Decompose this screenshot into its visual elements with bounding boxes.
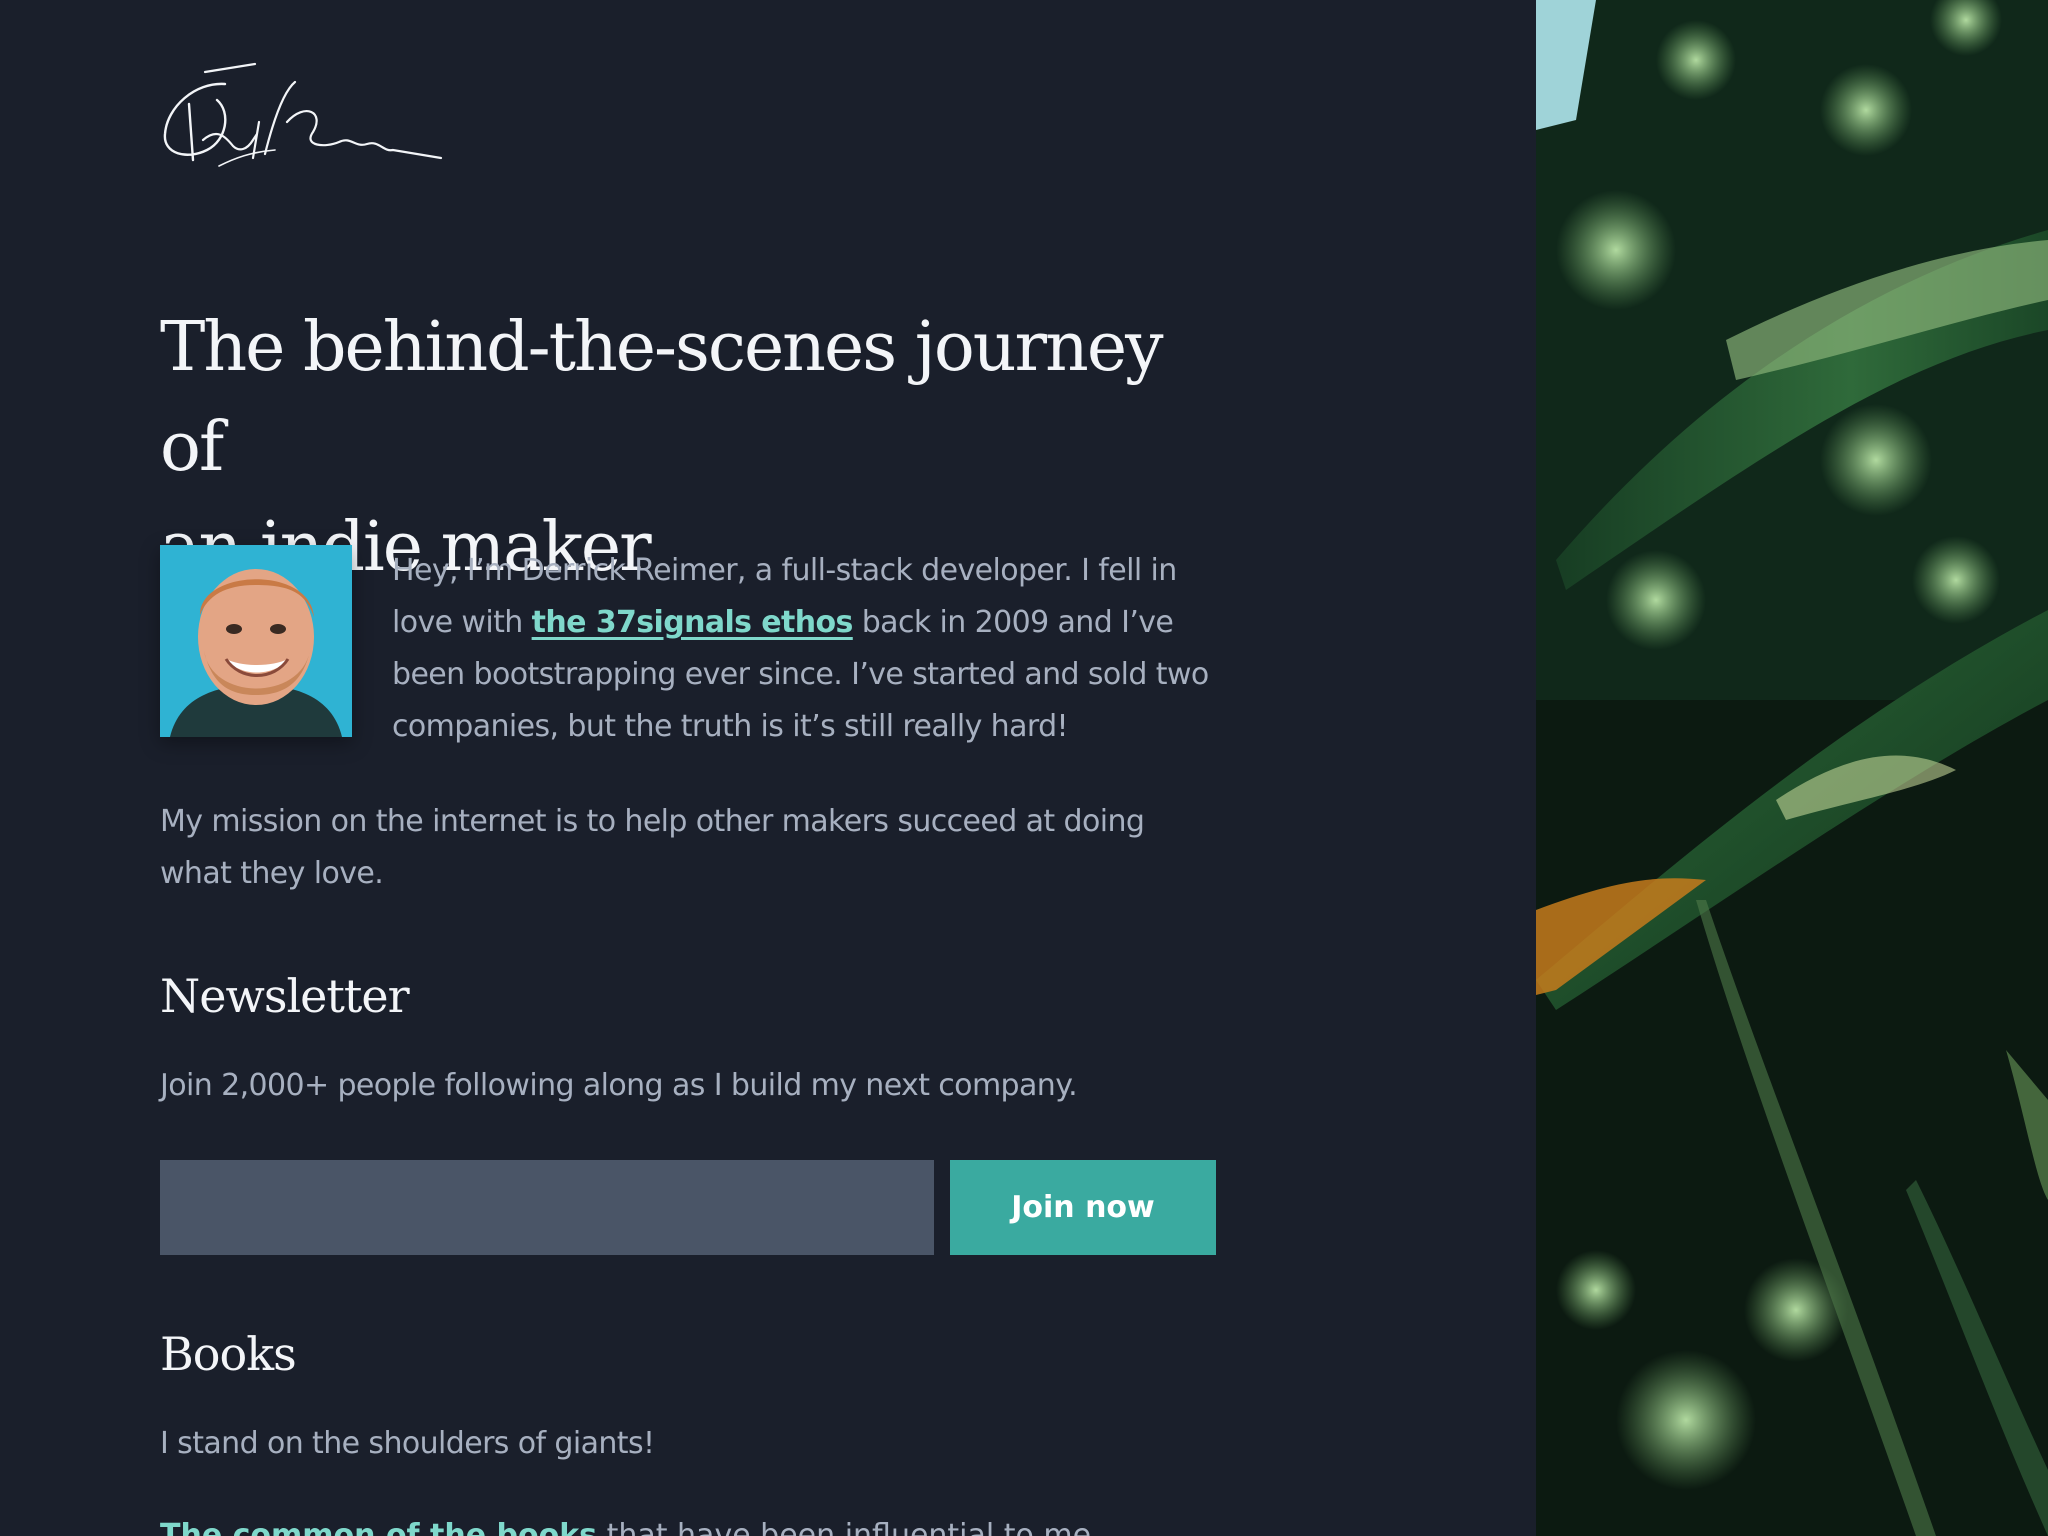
books-intro-text: that have been influential to me [597, 1518, 1092, 1536]
main-content: The behind-the-scenes journey of an indi… [0, 0, 1536, 1536]
leaf-photo-icon [1536, 0, 2048, 1536]
newsletter-email-input[interactable] [160, 1160, 934, 1255]
intro-section: Hey, I’m Derrick Reimer, a full-stack de… [160, 545, 1220, 753]
profile-photo-icon [160, 545, 352, 737]
avatar [160, 545, 352, 737]
newsletter-title: Newsletter [160, 969, 410, 1023]
join-now-button[interactable]: Join now [950, 1160, 1216, 1255]
mission-text: My mission on the internet is to help ot… [160, 804, 1145, 891]
books-link[interactable]: The common of the books [160, 1518, 597, 1536]
books-description: I stand on the shoulders of giants! [160, 1426, 655, 1461]
newsletter-description: Join 2,000+ people following along as I … [160, 1068, 1078, 1103]
books-intro-partial: The common of the books that have been i… [160, 1512, 1091, 1536]
37signals-ethos-link[interactable]: the 37signals ethos [532, 605, 854, 640]
books-title: Books [160, 1327, 297, 1381]
side-photo [1536, 0, 2048, 1536]
signature-logo[interactable] [155, 62, 445, 172]
headline-line-1: The behind-the-scenes journey of [160, 308, 1164, 487]
